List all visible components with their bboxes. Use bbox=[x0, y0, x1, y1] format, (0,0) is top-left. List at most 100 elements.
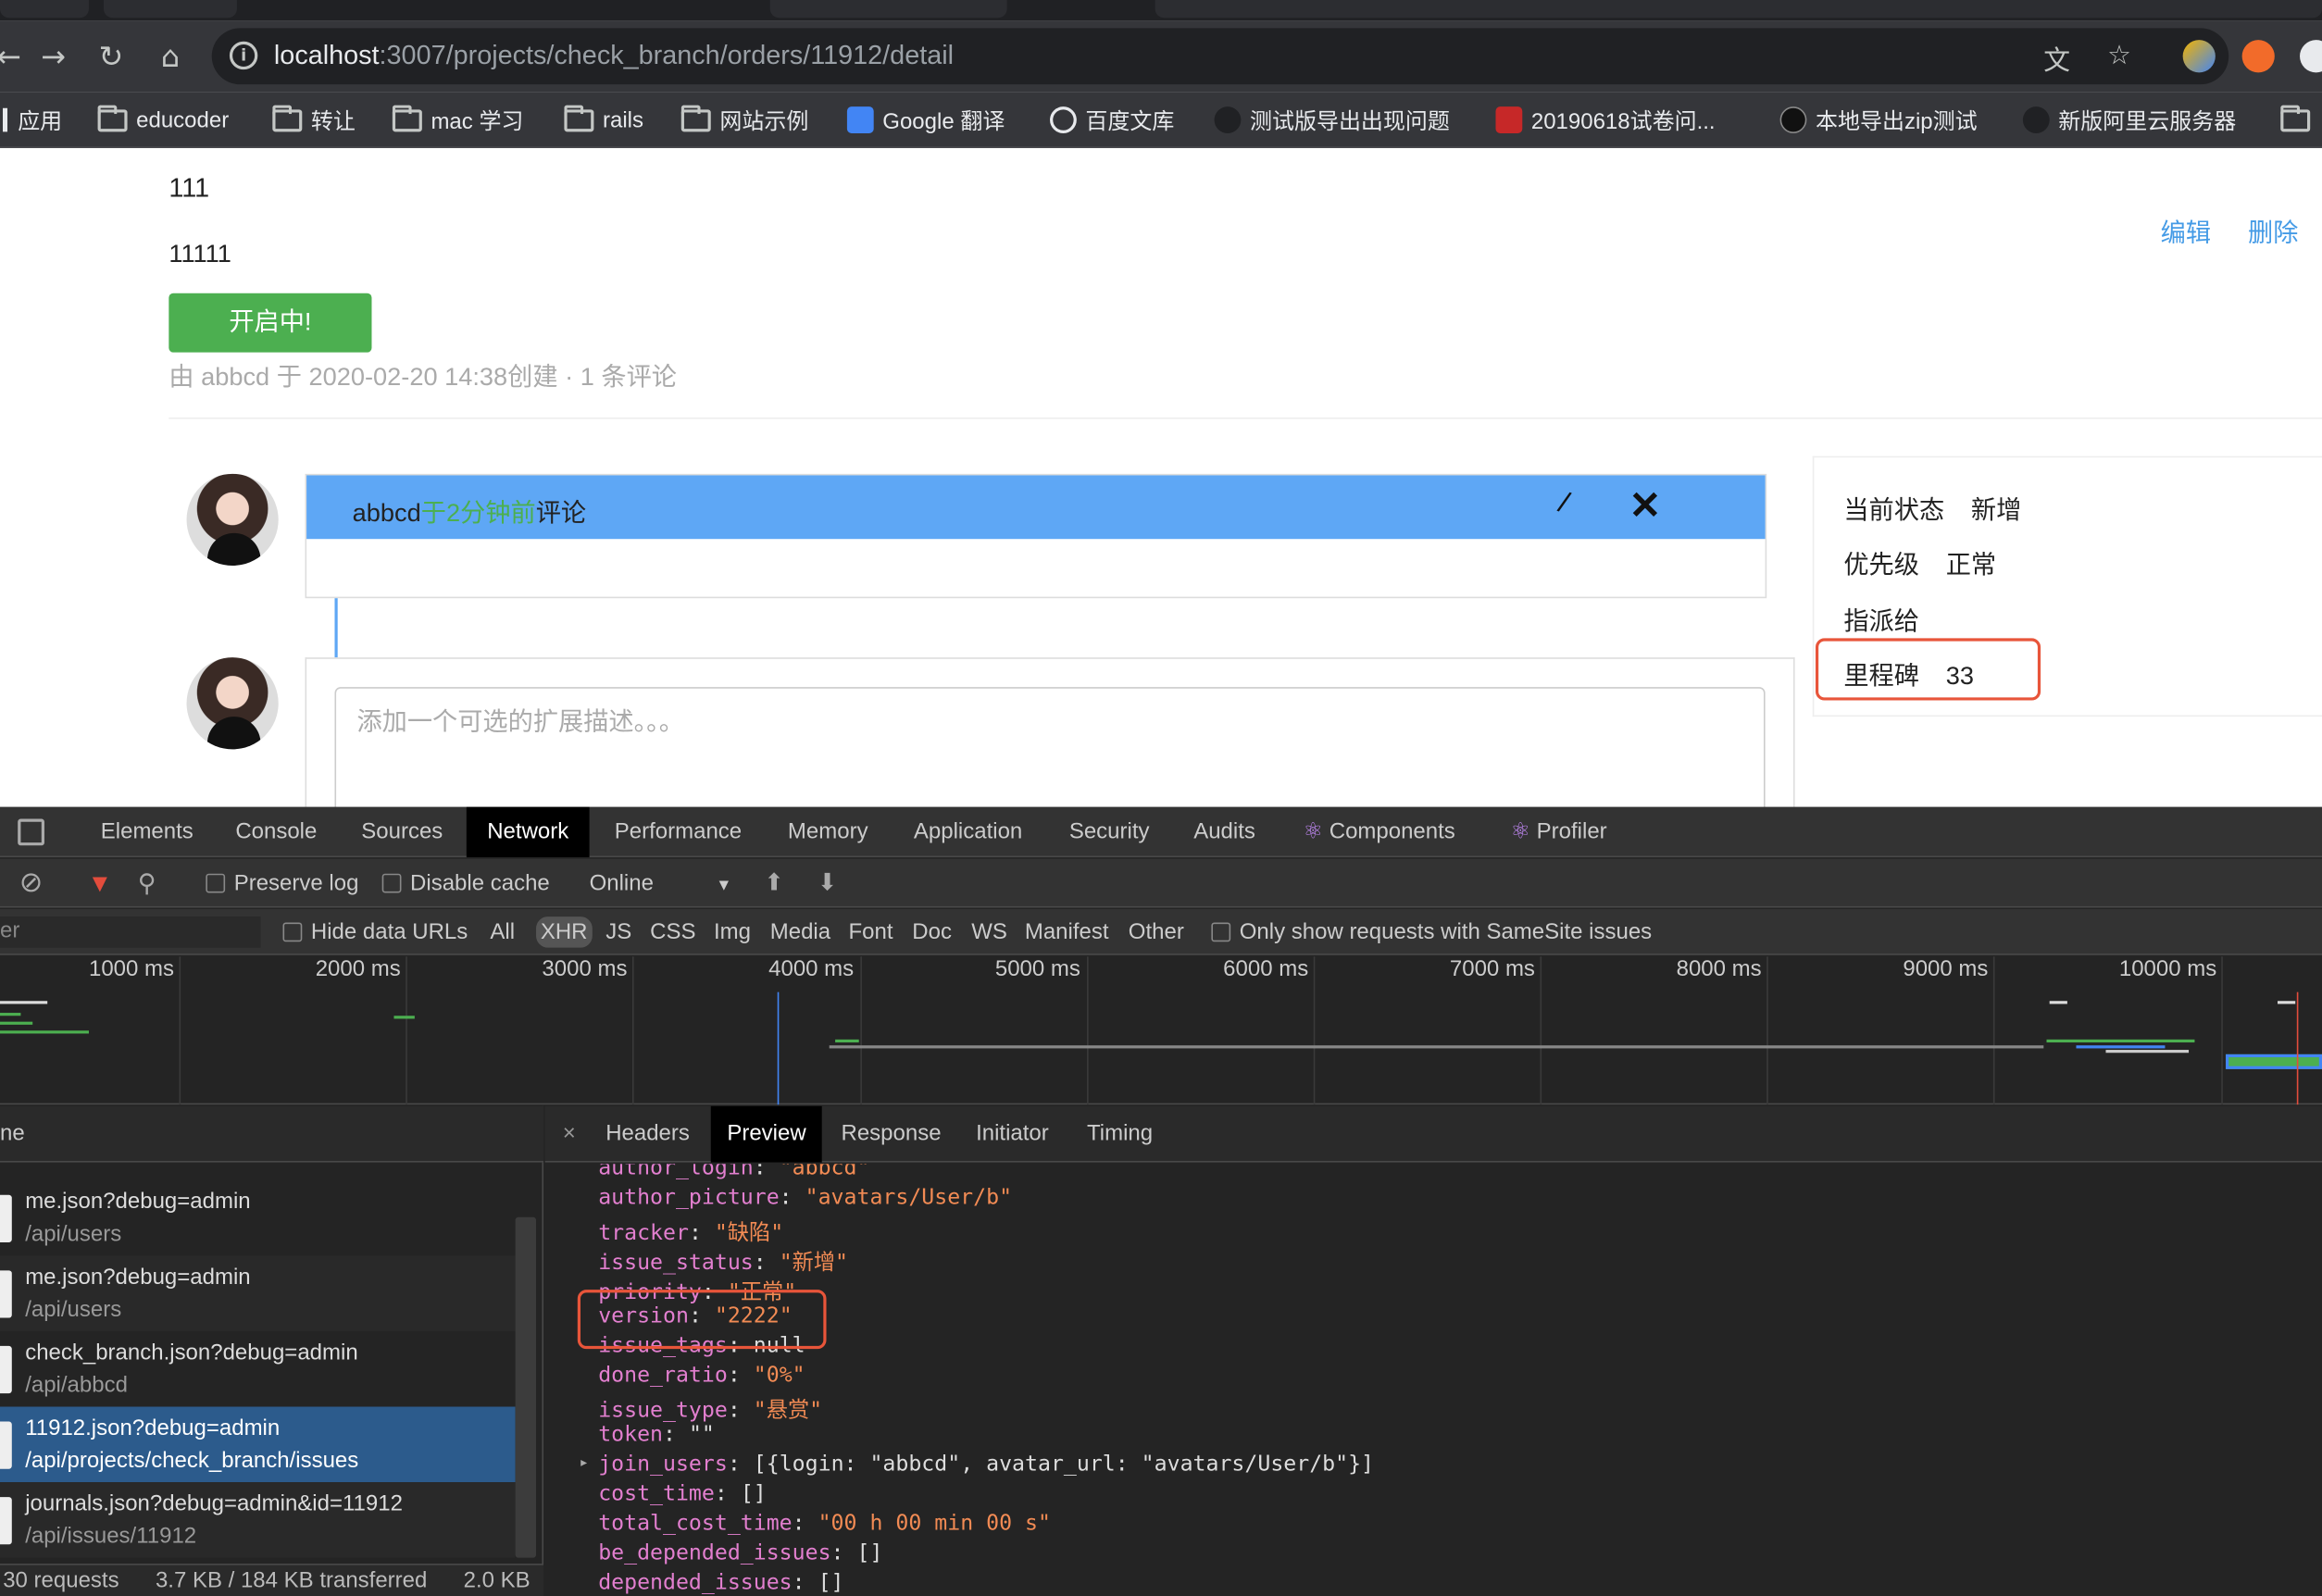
tab-initiator[interactable]: Initiator bbox=[959, 1106, 1065, 1163]
tab-memory[interactable]: Memory bbox=[768, 807, 889, 857]
preview-row[interactable]: total_cost_time: "00 h 00 min 00 s" bbox=[598, 1512, 1051, 1536]
tab-timing[interactable]: Timing bbox=[1070, 1106, 1168, 1163]
filter-icon[interactable]: ▼ bbox=[87, 859, 112, 908]
list-item[interactable]: check_branch.json?debug=admin/api/abbcd bbox=[0, 1331, 516, 1407]
bookmark-item[interactable]: rails bbox=[564, 104, 643, 136]
import-icon[interactable]: ⬆ bbox=[764, 859, 783, 908]
tab-components[interactable]: ⚛ Components bbox=[1282, 807, 1476, 857]
hide-data-urls-checkbox[interactable]: Hide data URLs bbox=[282, 909, 468, 955]
bookmark-item[interactable]: 百度文库 bbox=[1050, 104, 1174, 136]
list-item[interactable]: 11912.json?debug=admin/api/projects/chec… bbox=[0, 1406, 516, 1483]
home-icon[interactable]: ⌂ bbox=[150, 35, 192, 77]
back-icon[interactable]: ← bbox=[0, 35, 30, 77]
filter-js[interactable]: JS bbox=[605, 909, 631, 955]
export-icon[interactable]: ⬇ bbox=[818, 859, 837, 908]
tab-console[interactable]: Console bbox=[215, 807, 338, 857]
tab-audits[interactable]: Audits bbox=[1173, 807, 1276, 857]
site-info-icon[interactable]: i bbox=[229, 41, 258, 70]
tab-preview[interactable]: Preview bbox=[710, 1105, 823, 1163]
tab-headers[interactable]: Headers bbox=[590, 1106, 706, 1163]
bookmark-apps[interactable]: 应用 bbox=[0, 104, 62, 136]
close-icon[interactable]: × bbox=[546, 1106, 592, 1163]
bookmark-item[interactable]: 网站示例 bbox=[680, 104, 808, 136]
timeline-tick: 10000 ms bbox=[2118, 956, 2217, 982]
tab-network[interactable]: Network bbox=[466, 806, 590, 858]
bookmark-item[interactable]: mac 学习 bbox=[392, 104, 523, 136]
filter-img[interactable]: Img bbox=[714, 909, 751, 955]
filter-xhr[interactable]: XHR bbox=[536, 916, 593, 948]
list-item[interactable]: me.json?debug=admin/api/users bbox=[0, 1180, 516, 1256]
preview-row[interactable]: be_depended_issues: [] bbox=[598, 1541, 882, 1565]
filter-other[interactable]: Other bbox=[1129, 909, 1184, 955]
tab-security[interactable]: Security bbox=[1048, 807, 1169, 857]
tab-response[interactable]: Response bbox=[825, 1106, 957, 1163]
preview-row[interactable]: author_picture: "avatars/User/b" bbox=[598, 1186, 1012, 1210]
tab-application[interactable]: Application bbox=[893, 807, 1042, 857]
throttle-select[interactable]: Online ▼ bbox=[590, 859, 732, 908]
edit-pencil-icon[interactable]: / bbox=[1554, 487, 1573, 522]
filter-doc[interactable]: Doc bbox=[912, 909, 952, 955]
reload-icon[interactable]: ↻ bbox=[91, 35, 132, 77]
preview-row[interactable]: token: "" bbox=[598, 1423, 715, 1447]
bookmark-item[interactable]: Google 翻译 bbox=[846, 104, 1005, 136]
extension-icon[interactable] bbox=[2182, 40, 2216, 73]
bookmark-item[interactable]: 转让 bbox=[272, 104, 356, 136]
assignee-label: 指派给 bbox=[1843, 606, 1919, 636]
bookmark-item[interactable] bbox=[2280, 104, 2311, 136]
extension-icon[interactable] bbox=[2300, 40, 2322, 73]
preview-row[interactable]: depended_issues: [] bbox=[598, 1571, 843, 1595]
scrollbar[interactable] bbox=[515, 1216, 537, 1558]
search-icon[interactable]: ⚲ bbox=[138, 859, 156, 908]
tab-profiler[interactable]: ⚛ Profiler bbox=[1490, 807, 1628, 857]
extension-icon[interactable] bbox=[2241, 40, 2275, 73]
list-item[interactable]: me.json?debug=admin/api/users bbox=[0, 1255, 516, 1331]
filter-font[interactable]: Font bbox=[849, 909, 893, 955]
browser-tab[interactable] bbox=[769, 0, 1007, 19]
expand-triangle-icon[interactable]: ▸ bbox=[579, 1453, 589, 1472]
bookmark-item[interactable]: 20190618试卷问... bbox=[1495, 104, 1716, 136]
preview-row[interactable]: author_login: "abbcd" bbox=[598, 1164, 869, 1180]
url-bar[interactable]: i localhost:3007/projects/check_branch/o… bbox=[211, 28, 2229, 85]
list-item[interactable]: journals.json?debug=admin&id=11912/api/i… bbox=[0, 1482, 516, 1558]
edit-link[interactable]: 编辑 bbox=[2161, 212, 2211, 249]
filter-media[interactable]: Media bbox=[770, 909, 830, 955]
preview-row[interactable]: cost_time: [] bbox=[598, 1482, 767, 1506]
tab-performance[interactable]: Performance bbox=[593, 807, 762, 857]
preview-row[interactable]: issue_type: "悬赏" bbox=[598, 1393, 822, 1425]
tab-elements[interactable]: Elements bbox=[80, 807, 214, 857]
bookmark-star-icon[interactable]: ☆ bbox=[2107, 40, 2131, 71]
bookmark-item[interactable]: 测试版导出出现问题 bbox=[1214, 104, 1450, 136]
preview-row[interactable]: ▸ join_users: [{login: "abbcd", avatar_ur… bbox=[579, 1453, 1374, 1477]
name-column-header[interactable]: ne bbox=[0, 1105, 544, 1163]
comment-textarea[interactable]: 添加一个可选的扩展描述。。。 bbox=[334, 687, 1766, 821]
filter-all[interactable]: All bbox=[490, 909, 515, 955]
device-toggle-icon[interactable] bbox=[18, 818, 44, 846]
samesite-checkbox[interactable]: Only show requests with SameSite issues bbox=[1211, 909, 1652, 955]
bookmark-item[interactable]: 本地导出zip测试 bbox=[1779, 104, 1978, 136]
preview-row[interactable]: done_ratio: "0%" bbox=[598, 1364, 805, 1388]
bookmark-item[interactable]: educoder bbox=[97, 104, 229, 136]
filter-css[interactable]: CSS bbox=[650, 909, 695, 955]
bookmark-item[interactable]: 新版阿里云服务器 bbox=[2022, 104, 2236, 136]
network-overview: 1000 ms 2000 ms 3000 ms 4000 ms 5000 ms … bbox=[0, 956, 2322, 1105]
preserve-log-checkbox[interactable]: Preserve log bbox=[206, 859, 358, 908]
disable-cache-checkbox[interactable]: Disable cache bbox=[381, 859, 550, 908]
comment-author[interactable]: abbcd bbox=[353, 499, 421, 527]
browser-tab[interactable] bbox=[1155, 0, 2322, 19]
tab-sources[interactable]: Sources bbox=[341, 807, 464, 857]
browser-tab[interactable] bbox=[103, 0, 237, 19]
filter-ws[interactable]: WS bbox=[971, 909, 1007, 955]
url-text[interactable]: localhost:3007/projects/check_branch/ord… bbox=[274, 40, 954, 71]
preview-row[interactable]: issue_status: "新增" bbox=[598, 1245, 848, 1277]
filter-manifest[interactable]: Manifest bbox=[1025, 909, 1109, 955]
status-button[interactable]: 开启中! bbox=[169, 293, 372, 353]
filter-input[interactable]: er bbox=[0, 916, 261, 948]
issue-sidebar: 当前状态 新增 优先级 正常 指派给 里程碑 33 bbox=[1812, 455, 2322, 717]
translate-icon[interactable]: 文 bbox=[2043, 40, 2070, 79]
forward-icon[interactable]: → bbox=[32, 35, 74, 77]
preview-row[interactable]: tracker: "缺陷" bbox=[598, 1216, 783, 1247]
delete-link[interactable]: 删除 bbox=[2248, 212, 2298, 249]
clear-icon[interactable]: ⊘ bbox=[19, 859, 43, 908]
browser-tab[interactable] bbox=[0, 0, 89, 19]
close-icon[interactable]: ✕ bbox=[1629, 482, 1661, 529]
